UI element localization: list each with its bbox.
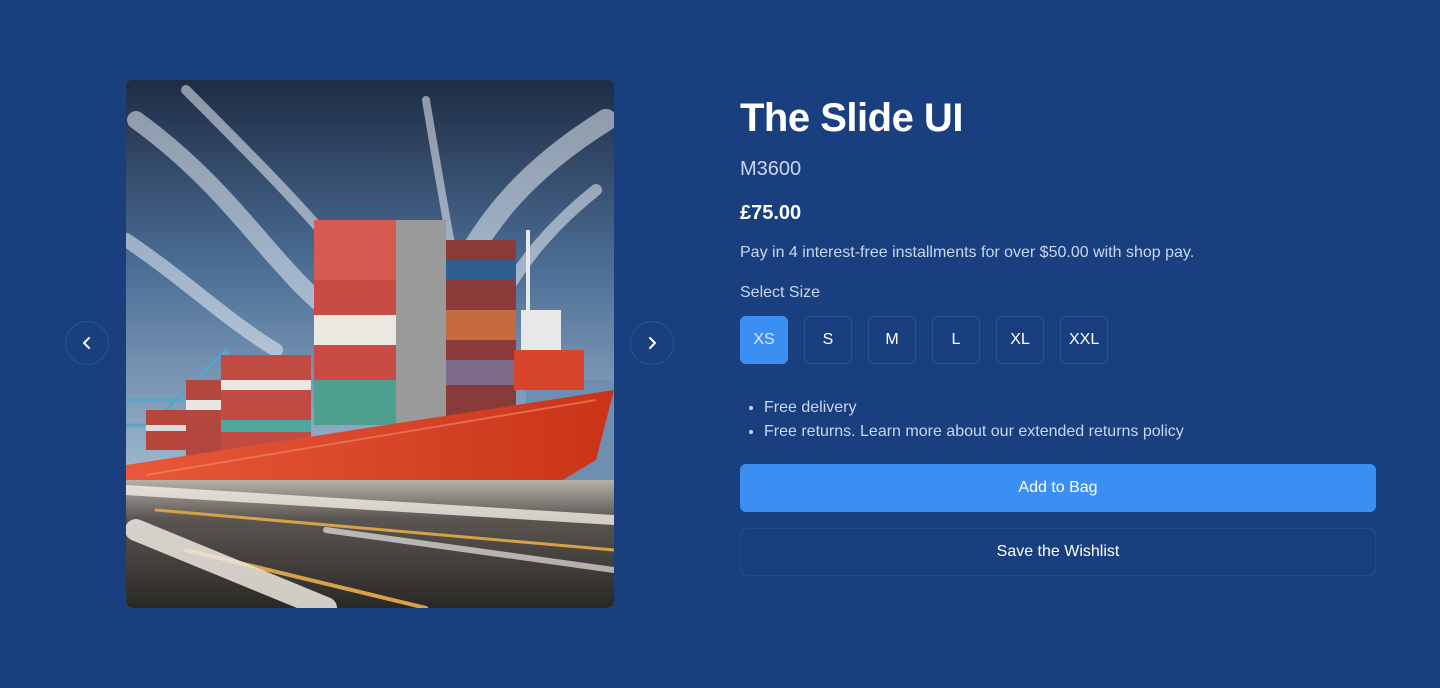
add-to-bag-button[interactable]: Add to Bag — [740, 464, 1376, 512]
size-option-xxl[interactable]: XXL — [1060, 316, 1109, 364]
product-info: The Slide UI M3600 £75.00 Pay in 4 inter… — [740, 90, 1376, 576]
save-wishlist-button[interactable]: Save the Wishlist — [740, 528, 1376, 576]
features-list: Free delivery Free returns. Learn more a… — [740, 396, 1376, 444]
product-image — [126, 80, 614, 608]
next-image-button[interactable] — [630, 321, 674, 365]
size-option-s[interactable]: S — [804, 316, 852, 364]
chevron-left-icon — [83, 337, 90, 349]
product-title: The Slide UI — [740, 96, 963, 140]
product-sku: M3600 — [740, 158, 802, 180]
size-option-xs[interactable]: XS — [740, 316, 788, 364]
product-price: £75.00 — [740, 202, 802, 224]
previous-image-button[interactable] — [65, 321, 109, 365]
size-label: Select Size — [740, 284, 821, 301]
feature-item-free-delivery: Free delivery — [764, 396, 1376, 420]
size-option-xl[interactable]: XL — [996, 316, 1044, 364]
size-option-l[interactable]: L — [932, 316, 980, 364]
feature-item-free-returns: Free returns. Learn more about our exten… — [764, 420, 1376, 444]
size-selector: XS S M L XL XXL — [740, 316, 1376, 364]
container-ship-image — [126, 80, 614, 608]
size-option-m[interactable]: M — [868, 316, 916, 364]
chevron-right-icon — [649, 337, 656, 349]
installments-note: Pay in 4 interest-free installments for … — [740, 244, 1195, 261]
